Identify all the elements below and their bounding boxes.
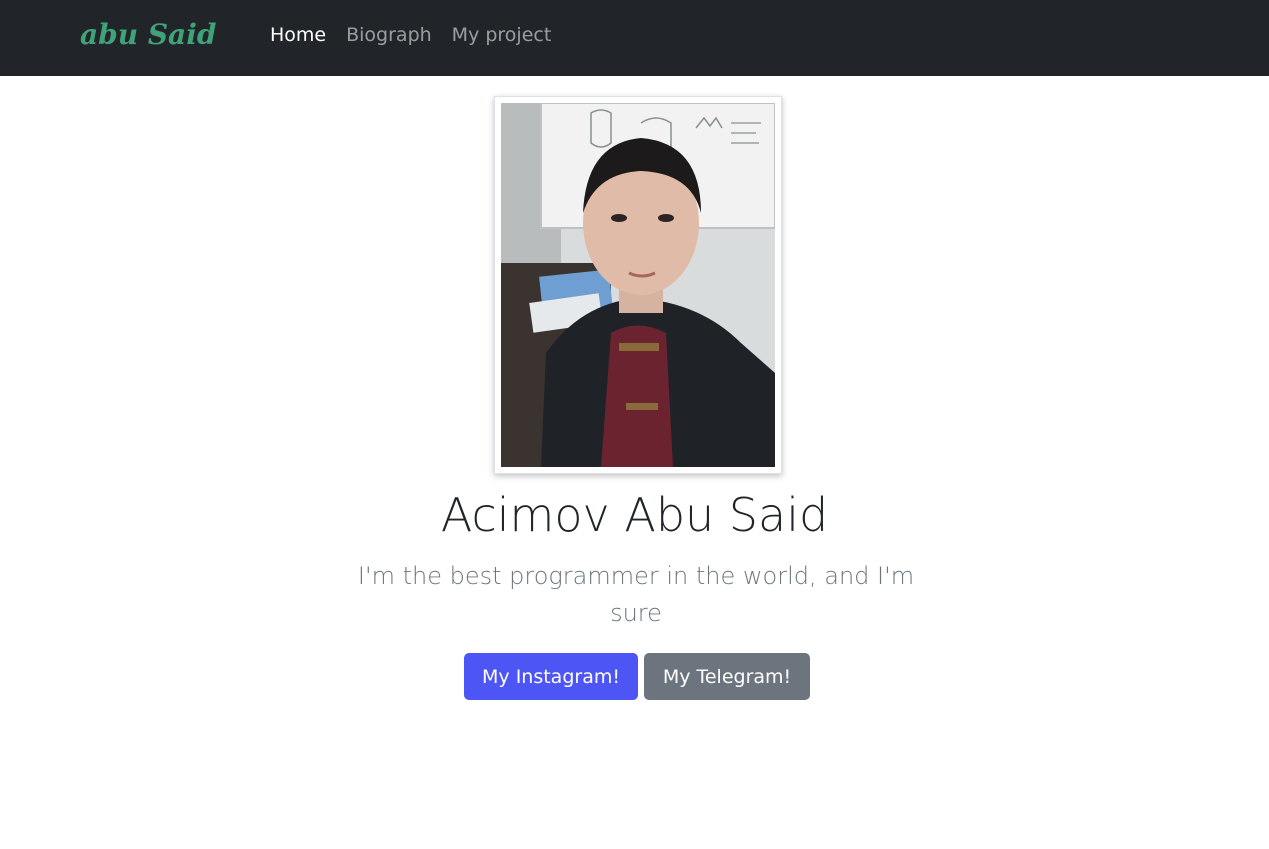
profile-photo	[501, 103, 775, 467]
profile-name: Acimov Abu Said	[440, 488, 829, 542]
nav-links: Home Biograph My project	[270, 24, 551, 46]
profile-photo-frame	[494, 96, 782, 474]
brand-logo[interactable]: abu Said	[80, 18, 216, 51]
telegram-button[interactable]: My Telegram!	[644, 653, 810, 700]
nav-link-home[interactable]: Home	[270, 24, 326, 46]
nav-link-biograph[interactable]: Biograph	[346, 24, 432, 46]
top-navbar: abu Said Home Biograph My project	[0, 0, 1269, 76]
social-buttons: My Instagram! My Telegram!	[464, 653, 810, 700]
instagram-button[interactable]: My Instagram!	[464, 653, 638, 700]
profile-tagline: I'm the best programmer in the world, an…	[357, 562, 915, 627]
nav-link-my-project[interactable]: My project	[452, 24, 552, 46]
